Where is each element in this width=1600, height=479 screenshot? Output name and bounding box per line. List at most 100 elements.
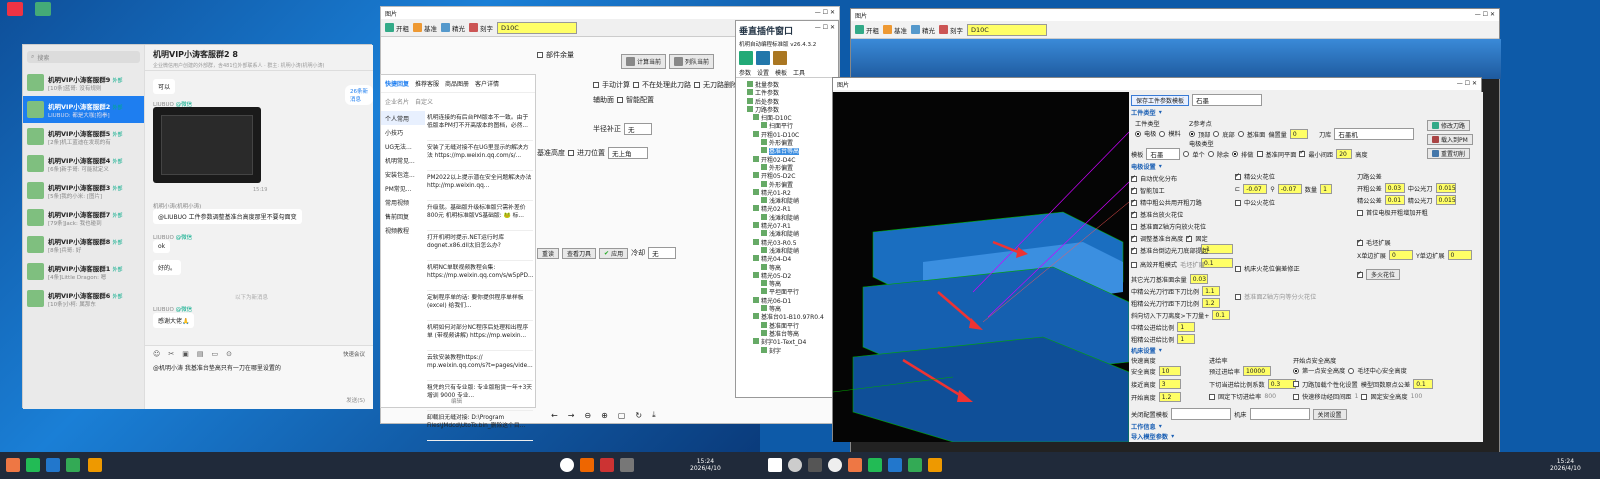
manual-calc-checkbox[interactable] [593, 82, 599, 88]
tree-node[interactable]: 浅滩和陡峭 [739, 196, 835, 204]
section-machine[interactable]: 机床设置 ▾ [1131, 346, 1162, 355]
smart-config-checkbox[interactable] [617, 97, 623, 103]
quick-reply-item[interactable]: 安装了无缝对接不在UG里显示的解决方法 https://mp.weixin.qq… [427, 141, 533, 171]
excel-icon[interactable] [66, 458, 80, 472]
tree-node[interactable]: 刻字 [739, 346, 835, 354]
chat-list-item[interactable]: 机明VIP小涛客服群2 外部 LIUBUO: 都是大咖[抱拳] [23, 96, 144, 123]
quick-category[interactable]: UG无法... [381, 139, 425, 153]
message-input[interactable]: @机明小涛 我基准台垫高只有一刀在哪里设置的 [153, 363, 365, 372]
load-pm-button[interactable]: 载入到PM [1427, 134, 1473, 145]
new-messages-badge[interactable]: 26条新消息 [345, 85, 373, 105]
quick-category[interactable]: 个人常用 [381, 111, 425, 125]
section-info[interactable]: 工作信息 ▾ [1131, 422, 1162, 431]
tree-node[interactable]: 等高 [739, 279, 835, 287]
chat-list-item[interactable]: 机明VIP小涛客服群9 外部 [10条]蓝哥: 没有规则 [23, 69, 144, 96]
chat-list-item[interactable]: 机明VIP小涛客服群7 外部 [79条]Jack: 我也碰到 [23, 204, 144, 231]
zoom-out-icon[interactable]: ⊖ [584, 411, 591, 420]
smart-add-checkbox[interactable] [1131, 186, 1137, 194]
mid-light-field[interactable]: 0.015 [1435, 183, 1456, 193]
send-button[interactable]: 发送(S) [346, 396, 365, 404]
tab-tools[interactable]: 工具 [793, 68, 805, 77]
file-icon[interactable]: ▤ [197, 350, 204, 358]
section-workpiece[interactable]: 工件类型 ▾ [1131, 108, 1162, 117]
chat-list-item[interactable]: 机明VIP小涛客服群5 外部 [2条]机工蓝迪在发现的有 [23, 123, 144, 150]
tree-node[interactable]: 基准面平行 [739, 321, 835, 329]
quick-reply-item[interactable]: 打开机明时提示.NET运行时库 dognet.x86.dll太旧怎么办? [427, 231, 533, 261]
spark-gap-checkbox[interactable] [1235, 172, 1241, 180]
tab-params[interactable]: 参数 [739, 68, 751, 77]
tree-node[interactable]: 精光04-D4 [739, 254, 835, 263]
reset-cut-button[interactable]: 重置切削 [1427, 148, 1471, 159]
wechat-icon[interactable] [868, 458, 882, 472]
tree-node[interactable]: 基准台01-B10.97R0.4 [739, 312, 835, 321]
tree-node[interactable]: 基准台等高 [739, 146, 835, 155]
subtab-card[interactable]: 企业名片 [385, 97, 409, 106]
fixed-lift-checkbox[interactable] [1209, 393, 1215, 400]
head-gap-checkbox[interactable] [1357, 209, 1363, 216]
safe-height-field[interactable]: 10 [1158, 366, 1181, 376]
app-icon[interactable] [6, 458, 20, 472]
tree-node[interactable]: 后处参数 [739, 97, 835, 105]
tab-quick-reply[interactable]: 快捷回复 [385, 79, 409, 88]
tree-node[interactable]: 浅滩和陡峭 [739, 246, 835, 254]
plunge-rate-field[interactable]: 10000 [1242, 366, 1271, 376]
chrome-icon[interactable] [828, 458, 842, 472]
toolbar-rough-button[interactable]: 开粗 [385, 23, 409, 33]
apply-button[interactable]: ✔ 应用 [599, 247, 629, 259]
quick-reply-item[interactable]: 云软安装教程https:// mp.weixin.qq.com/s?t=page… [427, 351, 533, 381]
feed-pos-select[interactable]: 无上角 [608, 147, 648, 159]
tool-personal-checkbox[interactable] [1293, 381, 1299, 387]
quick-reply-item[interactable]: PM2022以上提示潜在安全问题解决办法 http://mp.weixin.qq… [427, 171, 533, 201]
mold-select[interactable]: 石墨 [1146, 148, 1181, 160]
gear-icon[interactable] [773, 51, 787, 65]
rotate-icon[interactable]: ↻ [635, 411, 642, 420]
download-icon[interactable]: ⤓ [652, 410, 656, 420]
quick-category[interactable]: 售前回复 [381, 209, 425, 223]
search-box[interactable]: ⌕ 搜索 [27, 51, 140, 63]
tree-node[interactable]: 等高 [739, 304, 835, 312]
row-radio[interactable] [1232, 151, 1239, 157]
quick-reply-item[interactable]: 机明NC单联视频教程合集: https://mp.weixin.qq.com/s… [427, 261, 533, 291]
mid-rough-field[interactable]: 1.1 [1202, 286, 1221, 296]
section-electrode[interactable]: 电极设置 ▾ [1131, 162, 1162, 171]
quick-reply-item[interactable]: 租凭的只有专业版: 专业版租赁一年+3天增训 9000 专业... [427, 381, 533, 411]
wechat-icon[interactable] [26, 458, 40, 472]
quick-meeting-button[interactable]: 快速会议 [343, 350, 365, 358]
fixed-safe-checkbox[interactable] [1361, 393, 1368, 400]
fast-move-checkbox[interactable] [1293, 393, 1299, 400]
electrode-radio[interactable] [1135, 130, 1141, 137]
tree-node[interactable]: 开粗01-D10C [739, 130, 835, 138]
toolbar-finish-button[interactable]: 精光 [441, 23, 465, 33]
tree-node[interactable]: 开粗05-D2C [739, 171, 835, 180]
chat-list-item[interactable]: 机明VIP小涛客服群6 外部 [10条]小柯: 属那东 [23, 285, 144, 312]
y-expand-field[interactable]: 0 [1447, 250, 1472, 260]
tree-node[interactable]: 精光05-D2 [739, 271, 835, 279]
quick-category[interactable]: 视频教程 [381, 223, 425, 237]
search-app-icon[interactable] [928, 458, 942, 472]
save-template-button[interactable]: 保存工件参数模板 [1131, 94, 1190, 106]
multi-fire-checkbox[interactable] [1357, 270, 1363, 278]
edge-icon[interactable] [46, 458, 60, 472]
multi-radio[interactable] [1207, 151, 1214, 157]
offset-field[interactable]: 0 [1289, 129, 1308, 139]
toolbar-rough-button[interactable]: 开粗 [855, 25, 879, 35]
tray-icon[interactable] [620, 458, 634, 472]
tree-node[interactable]: 精光07-R1 [739, 221, 835, 229]
base-fire-checkbox[interactable] [1131, 210, 1137, 218]
tree-node[interactable]: 外形偏置 [739, 163, 835, 171]
folder-checkbox-row[interactable]: 部件余量 [537, 50, 574, 60]
cutter-select[interactable]: D10C [497, 21, 577, 34]
no-reg-tool-checkbox[interactable] [633, 82, 639, 88]
fine-light-field[interactable]: 0.015 [1435, 195, 1456, 205]
count-field[interactable]: 1 [1320, 184, 1333, 194]
tree-node[interactable]: 基准台等高 [739, 329, 835, 337]
half-dia-select[interactable]: 无 [624, 123, 652, 135]
close-settings-button[interactable]: 关闭设置 [1312, 408, 1347, 420]
quick-reply-item[interactable]: 卸载旧无缝对接: D:\Program Files\JMdcd\UtoTo.bi… [427, 411, 533, 441]
min-arc-field[interactable]: 20 [1336, 149, 1353, 159]
chat-list-item[interactable]: 机明VIP小涛客服群4 外部 [6条]新手哥: 可能就定义 [23, 150, 144, 177]
quick-reply-item[interactable]: 升级就。基础版升级标准版只需补差价800元 机明标准版VS基础版: 🐸 标... [427, 201, 533, 231]
tree-node[interactable]: 平坦面平行 [739, 287, 835, 296]
feed-pos-checkbox[interactable] [568, 150, 574, 156]
emoji-icon[interactable]: ☺ [153, 350, 160, 358]
